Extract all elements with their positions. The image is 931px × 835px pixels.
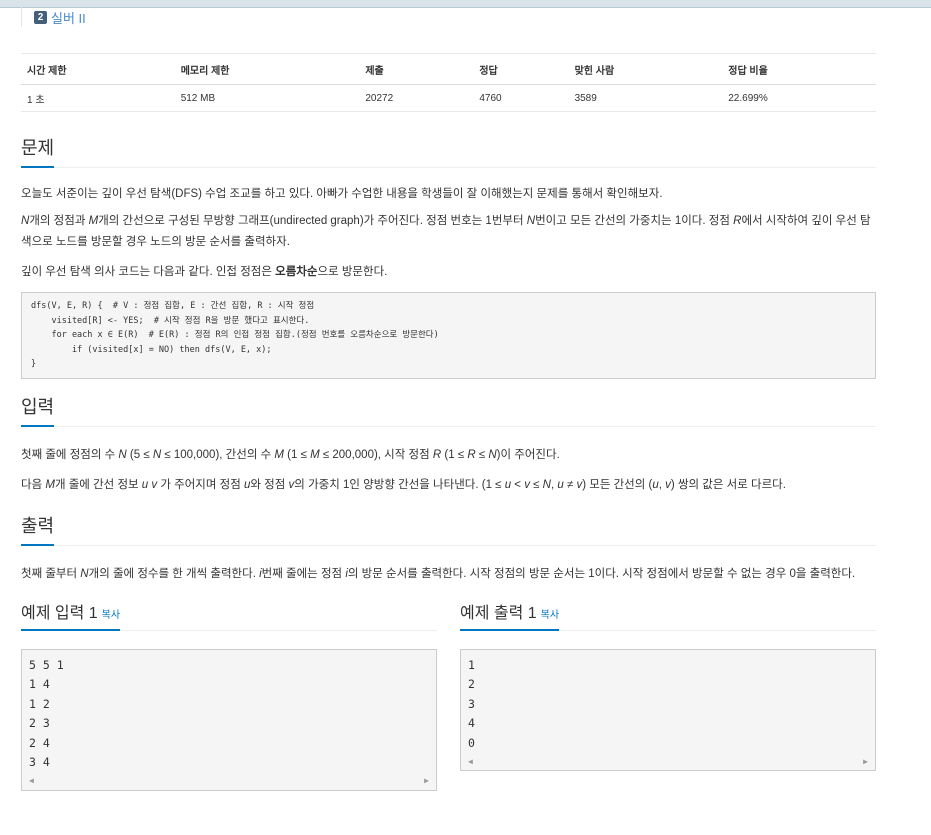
output-section-title: 출력 bbox=[21, 512, 55, 546]
input-paragraph-1: 첫째 줄에 정점의 수 N (5 ≤ N ≤ 100,000), 간선의 수 M… bbox=[21, 448, 560, 461]
code-line: if (visited[x] = NO) then dfs(V, E, x); bbox=[31, 344, 272, 355]
value-solved-users: 3589 bbox=[568, 84, 723, 112]
info-header-row: 시간 제한 메모리 제한 제출 정답 맞힌 사람 정답 비율 bbox=[21, 53, 876, 85]
tier-text[interactable]: 실버 II bbox=[51, 8, 86, 27]
code-line: dfs(V, E, R) { # V : 정점 집합, E : 간선 집합, R… bbox=[31, 301, 315, 311]
scroll-right-icon[interactable]: ▶ bbox=[863, 752, 868, 772]
code-line: visited[R] <- YES; # 시작 정점 R을 방문 했다고 표시한… bbox=[31, 315, 310, 326]
value-memory-limit: 512 MB bbox=[174, 84, 360, 112]
sample-output-title: 예제 출력 1 복사 bbox=[460, 599, 560, 631]
section-divider bbox=[21, 544, 876, 546]
sample-input-box[interactable]: 5 5 1 1 4 1 2 2 3 2 4 3 4 ◀ ▶ bbox=[21, 648, 437, 791]
sample-line: 0 bbox=[468, 735, 475, 750]
sample-line: 3 4 bbox=[29, 755, 50, 769]
sample-output-panel: 예제 출력 1 복사 1 2 3 4 0 ◀ ▶ bbox=[460, 599, 876, 791]
header-submissions: 제출 bbox=[359, 53, 474, 85]
value-accepted: 4760 bbox=[473, 84, 569, 112]
sample-line: 1 2 bbox=[29, 696, 50, 711]
header-memory-limit: 메모리 제한 bbox=[174, 53, 360, 85]
value-time-limit: 1 초 bbox=[21, 84, 175, 112]
sample-line: 2 3 bbox=[29, 716, 50, 730]
sample-line: 5 5 1 bbox=[29, 657, 64, 672]
sample-input-panel: 예제 입력 1 복사 5 5 1 1 4 1 2 2 3 2 4 3 4 ◀ ▶ bbox=[21, 599, 437, 791]
info-value-row: 1 초 512 MB 20272 4760 3589 22.699% bbox=[21, 84, 876, 112]
problem-page: 2 실버 II 시간 제한 메모리 제한 제출 정답 맞힌 사람 정답 비율 1… bbox=[21, 7, 876, 791]
section-divider bbox=[21, 167, 876, 168]
scroll-right-icon[interactable]: ▶ bbox=[424, 771, 429, 791]
output-paragraph-1: 첫째 줄부터 N개의 줄에 정수를 한 개씩 출력한다. i번째 줄에는 정점 … bbox=[21, 567, 856, 580]
horizontal-scrollbar[interactable]: ◀ ▶ bbox=[468, 753, 868, 770]
code-line: } bbox=[31, 359, 37, 369]
sample-line: 2 4 bbox=[29, 735, 50, 750]
header-accept-ratio: 정답 비율 bbox=[722, 53, 876, 85]
scroll-left-icon[interactable]: ◀ bbox=[29, 771, 34, 791]
sample-line: 4 bbox=[468, 716, 475, 730]
input-paragraph-2: 다음 M개 줄에 간선 정보 u v 가 주어지며 정점 u와 정점 v의 가중… bbox=[21, 478, 786, 491]
header-solved-users: 맞힌 사람 bbox=[568, 53, 723, 85]
input-section-title: 입력 bbox=[21, 393, 55, 427]
sample-line: 1 bbox=[468, 657, 475, 672]
sample-line: 1 4 bbox=[29, 677, 50, 691]
problem-paragraph-3: 깊이 우선 탐색 의사 코드는 다음과 같다. 인접 정점은 오름차순으로 방문… bbox=[21, 266, 388, 278]
examples-row: 예제 입력 1 복사 5 5 1 1 4 1 2 2 3 2 4 3 4 ◀ ▶ … bbox=[21, 599, 876, 791]
problem-paragraph-1: 오늘도 서준이는 깊이 우선 탐색(DFS) 수업 조교를 하고 있다. 아빠가… bbox=[21, 188, 663, 200]
sample-line: 2 bbox=[468, 677, 475, 691]
pseudo-code-block: dfs(V, E, R) { # V : 정점 집합, E : 간선 집합, R… bbox=[21, 292, 876, 379]
tier-badge-icon: 2 bbox=[34, 10, 47, 24]
code-line: for each x ∈ E(R) # E(R) : 정점 R의 인접 정점 집… bbox=[31, 330, 439, 340]
horizontal-scrollbar[interactable]: ◀ ▶ bbox=[29, 773, 429, 790]
sample-output-box[interactable]: 1 2 3 4 0 ◀ ▶ bbox=[460, 648, 876, 771]
header-time-limit: 시간 제한 bbox=[21, 53, 175, 85]
tier-label: 2 실버 II bbox=[21, 7, 876, 27]
scroll-left-icon[interactable]: ◀ bbox=[468, 752, 473, 772]
problem-paragraph-2: N개의 정점과 M개의 간선으로 구성된 무방향 그래프(undirected … bbox=[21, 215, 871, 248]
copy-sample-output-button[interactable]: 복사 bbox=[541, 610, 559, 621]
problem-info-table: 시간 제한 메모리 제한 제출 정답 맞힌 사람 정답 비율 1 초 512 M… bbox=[21, 53, 876, 112]
sample-line: 3 bbox=[468, 696, 475, 711]
section-divider bbox=[21, 425, 876, 427]
sample-input-title: 예제 입력 1 복사 bbox=[21, 599, 121, 631]
value-accept-ratio: 22.699% bbox=[722, 84, 876, 112]
value-submissions: 20272 bbox=[359, 84, 474, 112]
header-accepted: 정답 bbox=[473, 53, 569, 85]
copy-sample-input-button[interactable]: 복사 bbox=[102, 610, 120, 621]
problem-section-title: 문제 bbox=[21, 134, 55, 168]
